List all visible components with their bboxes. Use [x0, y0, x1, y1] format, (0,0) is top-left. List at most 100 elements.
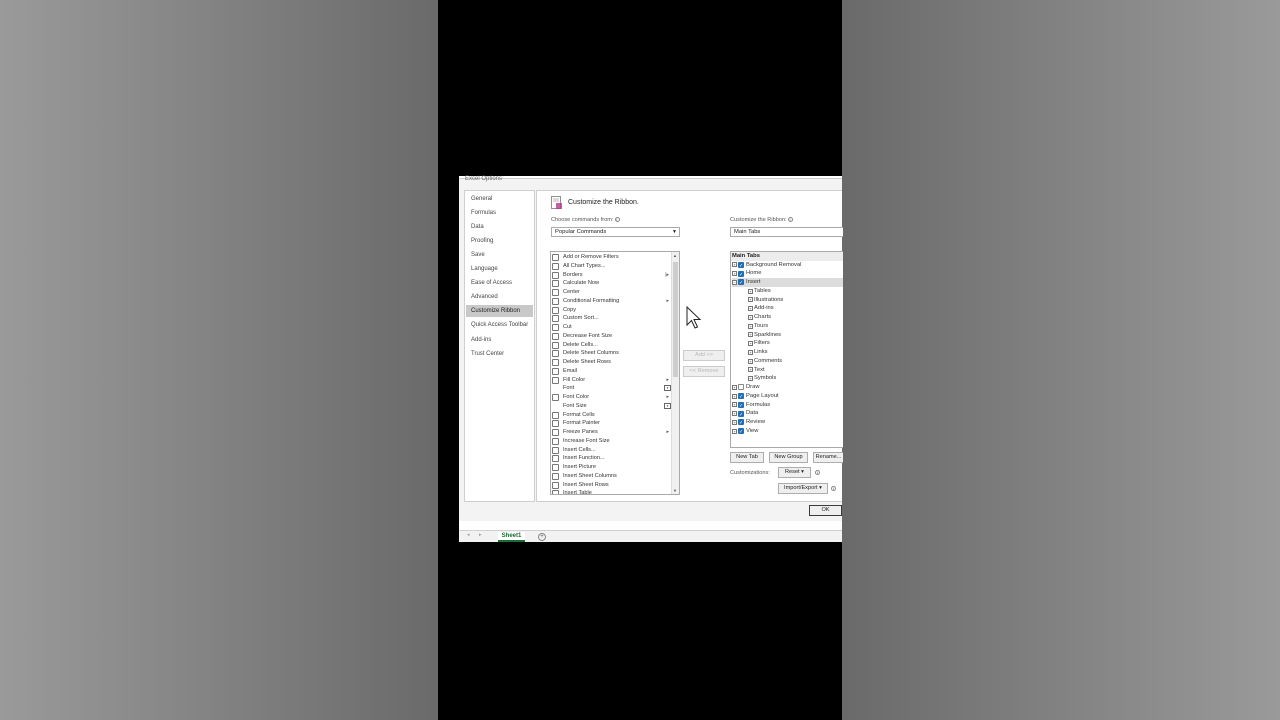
remove-button[interactable]: << Remove	[683, 366, 725, 377]
tree-item-sparklines[interactable]: + Sparklines	[748, 331, 843, 340]
list-item[interactable]: Freeze Panes ▸	[551, 428, 671, 437]
expand-icon[interactable]: +	[732, 262, 737, 268]
scroll-thumb[interactable]	[673, 262, 678, 377]
expand-icon[interactable]: +	[732, 411, 737, 417]
expand-icon[interactable]: +	[732, 393, 737, 399]
tree-item-page-layout[interactable]: + ✓ Page Layout	[732, 392, 843, 401]
expand-icon[interactable]: +	[748, 341, 753, 347]
expand-icon[interactable]: +	[748, 367, 753, 373]
sheet-next-icon[interactable]: ▸	[479, 532, 482, 538]
list-item[interactable]: Font Size ▾	[551, 402, 671, 411]
expand-icon[interactable]: +	[732, 419, 737, 425]
list-item[interactable]: Insert Sheet Columns	[551, 472, 671, 481]
checkbox[interactable]: ✓	[738, 428, 744, 435]
expand-icon[interactable]: +	[748, 323, 753, 329]
expand-icon[interactable]: +	[732, 271, 737, 277]
list-item[interactable]: Custom Sort...	[551, 314, 671, 323]
checkbox[interactable]	[738, 384, 744, 391]
expand-icon[interactable]: +	[748, 349, 753, 355]
checkbox[interactable]: ✓	[738, 393, 744, 400]
list-item[interactable]: Insert Table	[551, 489, 671, 494]
scroll-up-icon[interactable]: ▲	[673, 253, 677, 258]
tree-item-comments[interactable]: + Comments	[748, 357, 843, 366]
nav-item-quick-access-toolbar[interactable]: Quick Access Toolbar	[466, 319, 533, 331]
list-item[interactable]: Insert Cells...	[551, 446, 671, 455]
list-item[interactable]: Font Color ▸	[551, 393, 671, 402]
list-item[interactable]: Delete Cells...	[551, 341, 671, 350]
list-item[interactable]: Fill Color ▸	[551, 376, 671, 385]
tree-item-tours[interactable]: + Tours	[748, 322, 843, 331]
list-item[interactable]: Conditional Formatting ▸	[551, 297, 671, 306]
tree-item-symbols[interactable]: + Symbols	[748, 374, 843, 383]
list-item[interactable]: Delete Sheet Rows	[551, 358, 671, 367]
list-item[interactable]: All Chart Types...	[551, 262, 671, 271]
list-item[interactable]: Copy	[551, 306, 671, 315]
expand-icon[interactable]: +	[748, 297, 753, 303]
tree-item-links[interactable]: + Links	[748, 348, 843, 357]
expand-icon[interactable]: +	[732, 428, 737, 434]
checkbox[interactable]: ✓	[738, 261, 744, 269]
nav-item-customize-ribbon[interactable]: Customize Ribbon	[466, 305, 533, 317]
commands-scrollbar[interactable]: ▲ ▼	[671, 252, 679, 494]
tree-item-tables[interactable]: + Tables	[748, 287, 843, 296]
tree-item-text[interactable]: + Text	[748, 366, 843, 375]
list-item[interactable]: Center	[551, 288, 671, 297]
nav-item-language[interactable]: Language	[466, 263, 533, 275]
tree-item-view[interactable]: + ✓ View	[732, 427, 843, 436]
collapse-icon[interactable]: −	[732, 279, 737, 285]
ok-button[interactable]: OK	[809, 505, 842, 516]
list-item[interactable]: Borders |▸	[551, 271, 671, 280]
expand-icon[interactable]: +	[732, 384, 737, 390]
tree-item-illustrations[interactable]: + Illustrations	[748, 296, 843, 305]
nav-item-data[interactable]: Data	[466, 221, 533, 233]
list-item[interactable]: Delete Sheet Columns	[551, 349, 671, 358]
nav-item-proofing[interactable]: Proofing	[466, 235, 533, 247]
nav-item-formulas[interactable]: Formulas	[466, 207, 533, 219]
tree-item-formulas[interactable]: + ✓ Formulas	[732, 401, 843, 410]
reset-button[interactable]: Reset ▾	[778, 467, 811, 478]
list-item[interactable]: Insert Function...	[551, 454, 671, 463]
nav-item-add-ins[interactable]: Add-ins	[466, 334, 533, 346]
expand-icon[interactable]: +	[748, 288, 753, 294]
nav-item-trust-center[interactable]: Trust Center	[466, 348, 533, 360]
add-button[interactable]: Add >>	[683, 350, 725, 361]
list-item[interactable]: Calculate Now	[551, 279, 671, 288]
nav-item-ease-of-access[interactable]: Ease of Access	[466, 277, 533, 289]
scroll-down-icon[interactable]: ▼	[673, 488, 677, 493]
tree-item-background-removal[interactable]: + ✓ Background Removal	[732, 261, 843, 270]
list-item[interactable]: Add or Remove Filters	[551, 253, 671, 262]
checkbox[interactable]: ✓	[738, 279, 744, 286]
list-item[interactable]: Font ▾	[551, 384, 671, 393]
tree-item-review[interactable]: + ✓ Review	[732, 418, 843, 427]
add-sheet-icon[interactable]: +	[538, 533, 546, 541]
checkbox[interactable]: ✓	[738, 410, 744, 418]
customize-ribbon-dropdown[interactable]: Main Tabs	[730, 227, 843, 237]
list-item[interactable]: Cut	[551, 323, 671, 332]
choose-commands-dropdown[interactable]: Popular Commands ▼	[551, 227, 680, 237]
list-item[interactable]: Insert Picture	[551, 463, 671, 472]
checkbox[interactable]: ✓	[738, 419, 744, 426]
list-item[interactable]: Decrease Font Size	[551, 332, 671, 341]
tree-item-filters[interactable]: + Filters	[748, 339, 843, 348]
list-item[interactable]: Email	[551, 367, 671, 376]
list-item[interactable]: Increase Font Size	[551, 437, 671, 446]
nav-item-general[interactable]: General	[466, 193, 533, 205]
expand-icon[interactable]: +	[748, 306, 753, 312]
checkbox[interactable]: ✓	[738, 401, 744, 409]
list-item[interactable]: Format Painter	[551, 419, 671, 428]
tree-item-charts[interactable]: + Charts	[748, 313, 843, 322]
ribbon-tabs-tree[interactable]: Main Tabs + ✓ Background Removal + ✓ Home − ✓ In…	[730, 251, 843, 448]
tree-item-draw[interactable]: + Draw	[732, 383, 843, 392]
commands-list[interactable]: ▲ ▼ Add or Remove Filters All Chart Types…	[550, 251, 680, 495]
expand-icon[interactable]: +	[748, 376, 753, 382]
new-group-button[interactable]: New Group	[769, 452, 808, 463]
import-export-button[interactable]: Import/Export ▾	[778, 483, 828, 494]
list-item[interactable]: Format Cells	[551, 411, 671, 420]
expand-icon[interactable]: +	[748, 332, 753, 338]
expand-icon[interactable]: +	[748, 358, 753, 364]
nav-item-advanced[interactable]: Advanced	[466, 291, 533, 303]
rename-button[interactable]: Rename...	[813, 452, 843, 463]
expand-icon[interactable]: +	[732, 402, 737, 408]
expand-icon[interactable]: +	[748, 314, 753, 320]
tree-item-insert[interactable]: − ✓ Insert	[732, 278, 843, 287]
